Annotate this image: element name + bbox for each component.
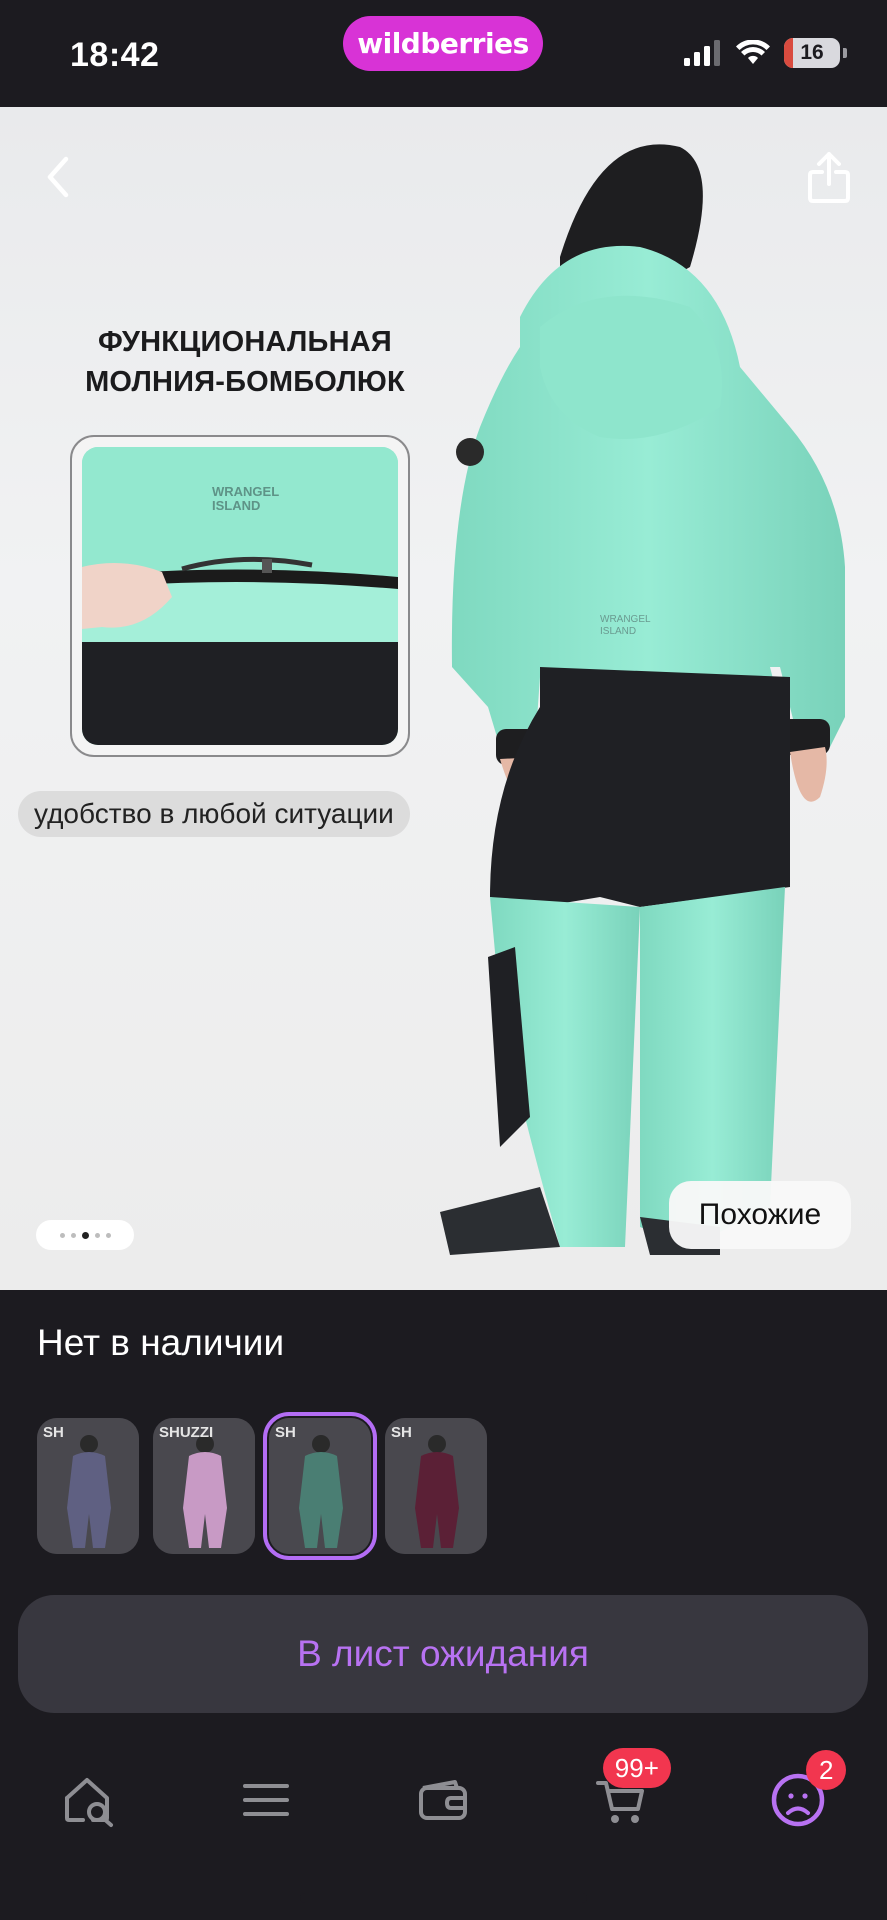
share-icon xyxy=(808,152,850,203)
variant-brand-label: SH xyxy=(391,1424,412,1441)
variant-thumbnails: SH SHUZZI SH SH xyxy=(37,1412,487,1560)
variant-brand-label: SH xyxy=(275,1424,296,1441)
wifi-icon xyxy=(736,40,770,64)
product-image-gallery[interactable]: WRANGEL ISLAND ФУНКЦИОНАЛЬНАЯ МОЛНИЯ-БОМ… xyxy=(0,107,887,1290)
gallery-page-indicator xyxy=(36,1220,134,1250)
variant-brand-label: SHUZZI xyxy=(159,1424,214,1441)
menu-icon xyxy=(243,1784,290,1816)
variant-thumbnail[interactable]: SH xyxy=(385,1418,487,1554)
home-indicator xyxy=(300,1893,587,1903)
status-indicators: 16 xyxy=(684,38,847,68)
bottom-navigation: 99+ 2 xyxy=(0,1740,887,1860)
zipper-detail-photo: WRANGEL ISLAND xyxy=(82,447,398,745)
gallery-dot xyxy=(70,1232,76,1238)
gallery-dot xyxy=(81,1231,89,1239)
back-button[interactable] xyxy=(28,147,88,207)
feature-caption: удобство в любой ситуации xyxy=(18,791,410,837)
tab-home-search[interactable] xyxy=(49,1760,129,1840)
gallery-dot xyxy=(94,1232,100,1238)
wait-list-button[interactable]: В лист ожидания xyxy=(18,1595,868,1713)
headline-line-2: МОЛНИЯ-БОМБОЛЮК xyxy=(85,366,405,398)
brand-name: wildberries xyxy=(357,27,529,60)
profile-badge: 2 xyxy=(806,1750,847,1790)
signal-icon xyxy=(684,40,720,66)
status-bar: 18:42 wildberries 16 xyxy=(0,0,887,107)
gallery-dot xyxy=(59,1232,65,1238)
tab-catalog-menu[interactable] xyxy=(226,1760,306,1840)
similar-products-button[interactable]: Похожие xyxy=(669,1181,851,1249)
variant-thumbnail[interactable]: SHUZZI xyxy=(153,1418,255,1554)
variant-brand-label: SH xyxy=(43,1424,64,1441)
svg-text:WRANGEL: WRANGEL xyxy=(600,614,651,625)
tab-wallet[interactable] xyxy=(403,1760,483,1840)
tab-profile[interactable]: 2 xyxy=(758,1750,847,1840)
availability-status: Нет в наличии xyxy=(37,1322,285,1363)
status-time: 18:42 xyxy=(70,36,160,74)
variant-thumbnail[interactable]: SH xyxy=(263,1412,377,1560)
variant-thumbnail[interactable]: SH xyxy=(37,1418,139,1554)
headline-line-1: ФУНКЦИОНАЛЬНАЯ xyxy=(98,326,392,358)
home-search-icon xyxy=(64,1778,113,1827)
battery-level: 16 xyxy=(800,41,824,64)
promo-headline: ФУНКЦИОНАЛЬНАЯ МОЛНИЯ-БОМБОЛЮК xyxy=(50,322,440,402)
zipper-detail-inset: WRANGEL ISLAND xyxy=(70,435,410,757)
wildberries-logo-pill: wildberries xyxy=(343,16,543,71)
chevron-left-icon xyxy=(47,156,69,198)
battery-icon: 16 xyxy=(784,38,840,68)
share-button[interactable] xyxy=(799,147,859,207)
tab-cart[interactable]: 99+ xyxy=(581,1748,671,1840)
detail-brand-mark: WRANGEL ISLAND xyxy=(212,484,279,513)
svg-text:ISLAND: ISLAND xyxy=(600,626,636,637)
wallet-icon xyxy=(419,1780,468,1820)
cart-badge: 99+ xyxy=(602,1748,671,1788)
gallery-dot xyxy=(105,1232,111,1238)
